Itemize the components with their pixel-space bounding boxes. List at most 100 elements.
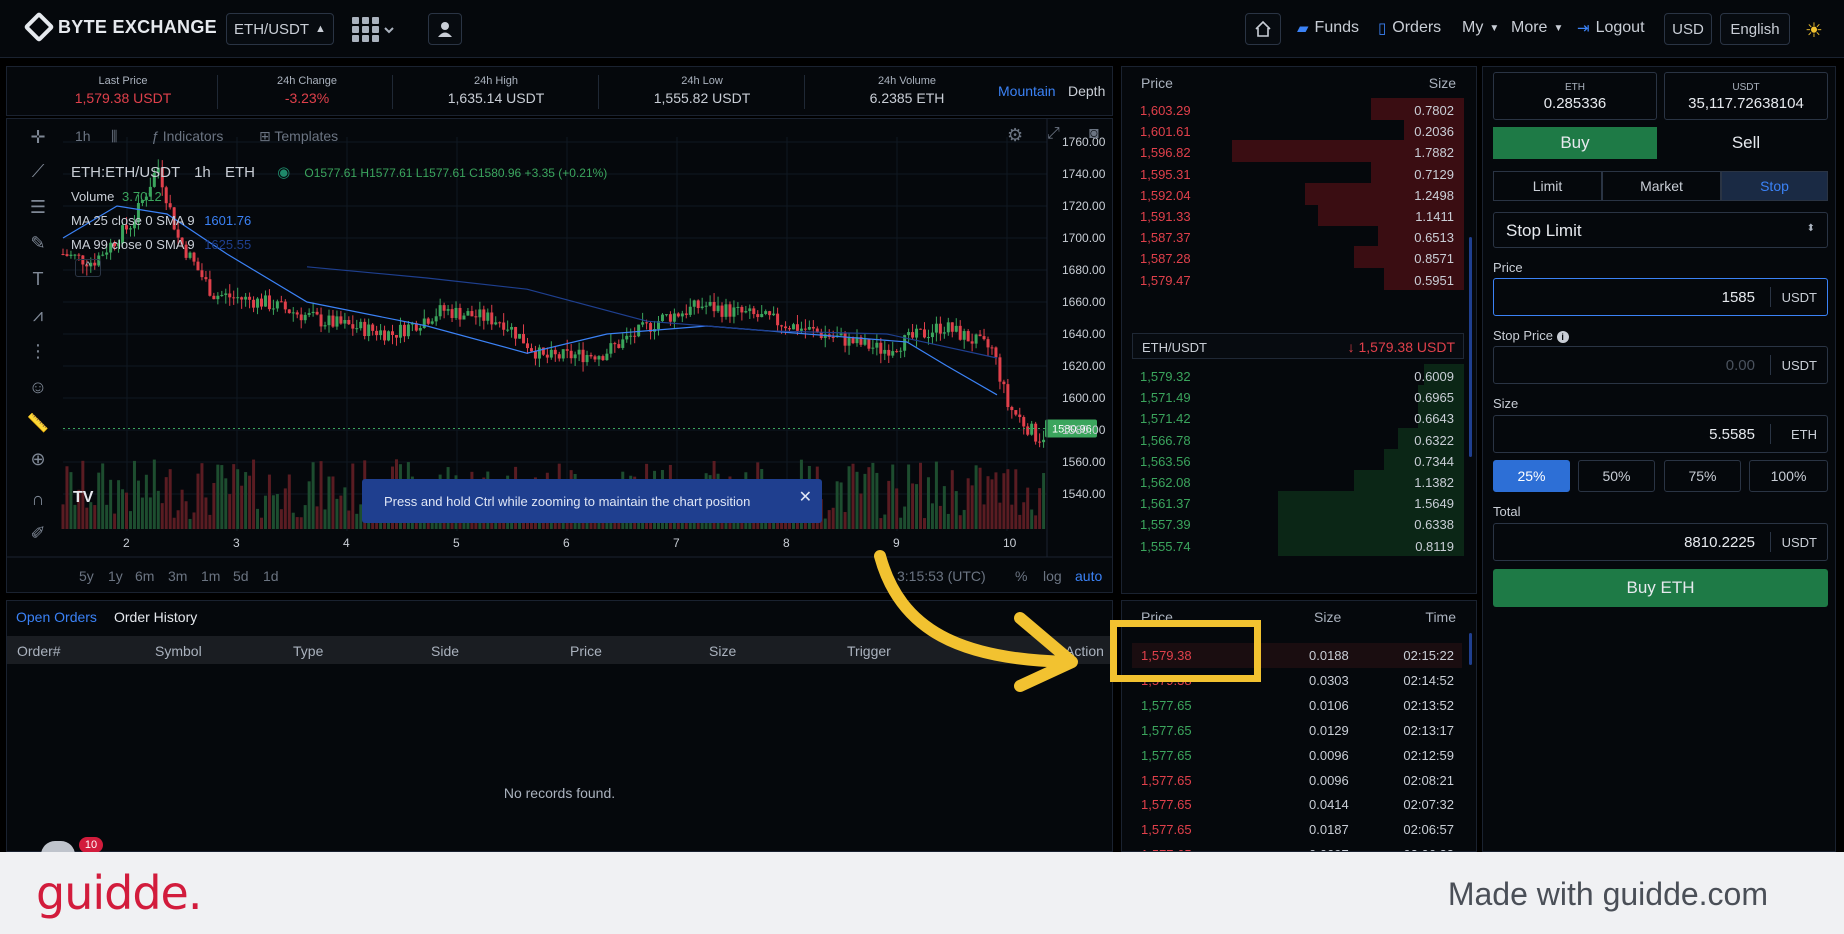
trade-row[interactable]: 1,577.65 0.0106 02:13:52	[1132, 693, 1462, 718]
range-5d[interactable]: 5d	[233, 568, 249, 584]
pattern-icon[interactable]: ⩘	[25, 305, 51, 327]
logout-link[interactable]: ⇥ Logout	[1577, 19, 1645, 37]
orders-link[interactable]: ▯ Orders	[1378, 19, 1441, 37]
ruler-icon[interactable]: 📏	[25, 413, 51, 435]
trade-row[interactable]: 1,577.65 0.0187 02:06:57	[1132, 817, 1462, 842]
zoom-in-icon[interactable]: ⊕	[25, 449, 51, 471]
magnet-icon[interactable]: ∩	[25, 489, 51, 511]
lock-drawing-icon[interactable]: ✐	[25, 523, 51, 545]
order-type-market[interactable]: Market	[1602, 171, 1721, 201]
stat-value: 1,635.14 USDT	[447, 90, 545, 106]
stop-price-unit: USDT	[1781, 358, 1817, 373]
mountain-view-tab[interactable]: Mountain	[998, 83, 1056, 99]
trade-time: 02:14:52	[1403, 672, 1454, 688]
bid-size: 0.6009	[1414, 369, 1454, 384]
book-scrollbar[interactable]	[1469, 237, 1472, 457]
trendline-icon[interactable]: ⟋	[25, 161, 51, 183]
ask-price: 1,603.29	[1140, 103, 1191, 118]
range-1m[interactable]: 1m	[201, 568, 220, 584]
stat-value: 1,579.38 USDT	[74, 90, 172, 106]
emoji-icon[interactable]: ☺	[25, 377, 51, 399]
buy-eth-button[interactable]: Buy ETH	[1493, 569, 1828, 607]
tradingview-logo[interactable]: TV	[73, 489, 111, 519]
brand-logo[interactable]: BYTE EXCHANGE	[23, 11, 217, 43]
crosshair-icon[interactable]: ✛	[25, 127, 51, 149]
prediction-icon[interactable]: ⋮	[25, 341, 51, 363]
trades-scrollbar[interactable]	[1469, 633, 1472, 665]
more-menu[interactable]: More ▼	[1511, 19, 1563, 37]
bid-row[interactable]: 1,555.74 0.8119	[1132, 533, 1464, 558]
info-icon[interactable]: i	[1556, 331, 1569, 343]
bid-price: 1,557.39	[1140, 517, 1191, 533]
currency-selector[interactable]: USD	[1664, 13, 1712, 45]
apps-grid-button[interactable]	[352, 15, 396, 45]
home-button[interactable]	[1245, 13, 1281, 45]
pct-75-button[interactable]: 75%	[1664, 460, 1741, 492]
profile-button[interactable]	[428, 13, 462, 45]
market-stats-bar: Last Price 1,579.38 USDT 24h Change -3.2…	[6, 66, 1113, 116]
stop-type-select[interactable]: Stop Limit ⬍	[1493, 212, 1828, 248]
range-3m[interactable]: 3m	[168, 568, 187, 584]
trade-row[interactable]: 1,577.65 0.0097 02:06:23	[1132, 842, 1462, 851]
chevron-down-icon: ▼	[1553, 22, 1564, 34]
tab-order-history[interactable]: Order History	[114, 609, 197, 625]
ask-size: 0.7802	[1414, 103, 1454, 118]
pair-selector[interactable]: ETH/USDT ▲	[226, 13, 334, 45]
range-5y[interactable]: 5y	[79, 568, 94, 584]
fullscreen-icon[interactable]: ⤢	[1047, 125, 1060, 143]
document-icon: ▯	[1378, 20, 1387, 37]
legend-volume-value: 3.7012	[122, 189, 162, 204]
interval-button[interactable]: 1h	[75, 128, 91, 144]
order-type-limit[interactable]: Limit	[1493, 171, 1602, 201]
text-tool-icon[interactable]: T	[25, 269, 51, 291]
sell-tab[interactable]: Sell	[1664, 127, 1828, 159]
stat-value: 6.2385 ETH	[869, 90, 945, 106]
candle-style-icon[interactable]: ⫼	[111, 128, 117, 145]
book-size-header: Size	[1428, 75, 1456, 91]
pair-label: ETH/USDT	[234, 20, 310, 38]
stat-24h-low: 24h Low 1,555.82 USDT	[602, 75, 802, 106]
brush-icon[interactable]: ✎	[25, 233, 51, 255]
camera-icon[interactable]: ◙	[1089, 125, 1099, 143]
close-icon[interactable]: ✕	[799, 487, 812, 507]
bid-price: 1,579.32	[1140, 369, 1191, 384]
stop-price-input[interactable]: 0.00 USDT	[1493, 346, 1828, 384]
trade-row[interactable]: 1,577.65 0.0096 02:12:59	[1132, 743, 1462, 768]
arrow-down-icon: ↓	[1347, 339, 1355, 355]
order-book: Price Size 1,603.29 0.7802 1,601.61 0.20…	[1121, 66, 1477, 594]
trade-price: 1,577.65	[1141, 722, 1192, 738]
home-icon	[1255, 20, 1271, 37]
legend-ma25: MA 25 close 0 SMA 9 1601.76	[71, 213, 251, 228]
language-selector[interactable]: English	[1720, 13, 1790, 45]
orders-label: Orders	[1392, 19, 1442, 36]
trade-row[interactable]: 1,577.65 0.0096 02:08:21	[1132, 768, 1462, 793]
trade-time: 02:15:22	[1403, 648, 1454, 663]
ask-row[interactable]: 1,579.47 0.5951	[1132, 267, 1464, 292]
horizontal-lines-icon[interactable]: ☰	[25, 197, 51, 219]
trade-row[interactable]: 1,577.65 0.0129 02:13:17	[1132, 718, 1462, 743]
range-1y[interactable]: 1y	[108, 568, 123, 584]
price-label: Price	[1493, 260, 1523, 275]
total-value: 8810.2225	[1684, 534, 1755, 551]
range-6m[interactable]: 6m	[135, 568, 154, 584]
buy-tab[interactable]: Buy	[1493, 127, 1657, 159]
total-input[interactable]: 8810.2225 USDT	[1493, 523, 1828, 561]
pct-100-button[interactable]: 100%	[1749, 460, 1828, 492]
price-input[interactable]: 1585 USDT	[1493, 278, 1828, 316]
order-type-stop[interactable]: Stop	[1721, 171, 1828, 201]
pct-50-button[interactable]: 50%	[1578, 460, 1655, 492]
my-menu[interactable]: My ▼	[1462, 19, 1499, 37]
indicators-button[interactable]: ƒ Indicators	[151, 128, 223, 144]
balance-usdt-label: USDT	[1732, 82, 1760, 93]
theme-sun-icon[interactable]: ☀	[1805, 18, 1823, 43]
collapse-legend-button[interactable]: ^	[75, 259, 101, 277]
depth-view-tab[interactable]: Depth	[1068, 83, 1105, 99]
trade-row[interactable]: 1,577.65 0.0414 02:07:32	[1132, 792, 1462, 817]
tab-open-orders[interactable]: Open Orders	[16, 609, 97, 625]
range-1d[interactable]: 1d	[263, 568, 279, 584]
templates-button[interactable]: ⊞ Templates	[259, 128, 338, 145]
funds-link[interactable]: ▰ Funds	[1297, 19, 1359, 37]
size-input[interactable]: 5.5585 ETH	[1493, 415, 1828, 453]
settings-gear-icon[interactable]: ⚙	[1007, 125, 1023, 146]
pct-25-button[interactable]: 25%	[1493, 460, 1570, 492]
